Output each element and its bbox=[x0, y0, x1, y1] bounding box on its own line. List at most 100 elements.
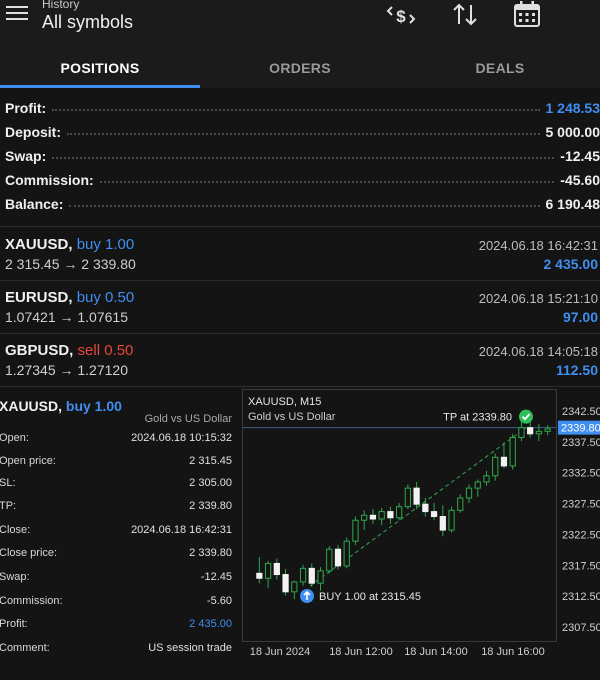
position-row-gbpusd[interactable]: GBPUSD, sell 0.50 1.27345 → 1.27120 2024… bbox=[0, 334, 600, 386]
x-tick-label: 18 Jun 2024 bbox=[250, 646, 311, 658]
position-symbol-text: GBPUSD, bbox=[5, 342, 74, 359]
candle-body bbox=[535, 430, 543, 435]
candle bbox=[465, 484, 473, 503]
sort-icon[interactable] bbox=[450, 0, 480, 30]
position-direction: sell 0.50 bbox=[77, 342, 134, 359]
candle bbox=[317, 567, 324, 591]
tab-deals[interactable]: DEALS bbox=[400, 44, 600, 88]
candle bbox=[448, 506, 455, 533]
candle bbox=[483, 470, 490, 486]
candle-body bbox=[422, 503, 429, 513]
x-axis-ticks: 18 Jun 2024 18 Jun 12:00 18 Jun 14:00 18 Ju… bbox=[250, 646, 545, 658]
candle-body bbox=[509, 437, 516, 467]
divider bbox=[0, 386, 600, 387]
candle-body bbox=[439, 516, 446, 531]
y-tick-label: 2332.50 bbox=[562, 468, 600, 480]
summary-label: Commission: bbox=[5, 172, 94, 188]
candle-body bbox=[457, 497, 464, 511]
candle bbox=[396, 502, 403, 521]
position-symbol-text: EURUSD, bbox=[5, 289, 73, 306]
candle-body bbox=[492, 456, 499, 477]
candle-body bbox=[500, 456, 508, 467]
summary-label: Profit: bbox=[5, 100, 47, 116]
calendar-icon[interactable] bbox=[512, 0, 542, 30]
summary-row-profit: Profit: 1 248.53 bbox=[0, 96, 600, 120]
position-row-xauusd[interactable]: XAUUSD, buy 1.00 2 315.45 → 2 339.80 202… bbox=[0, 228, 600, 280]
trade-path-line bbox=[309, 427, 527, 587]
candle bbox=[378, 507, 385, 526]
currency-exchange-icon[interactable]: $ bbox=[386, 0, 416, 30]
position-direction: buy 1.00 bbox=[76, 236, 135, 253]
candle bbox=[256, 557, 263, 584]
candle bbox=[291, 580, 298, 600]
candle bbox=[527, 421, 534, 438]
candle bbox=[439, 505, 446, 537]
candle bbox=[535, 423, 543, 442]
hamburger-menu-icon[interactable] bbox=[6, 4, 28, 22]
candle-body bbox=[299, 567, 307, 583]
candle bbox=[352, 516, 359, 545]
summary-value: -45.60 bbox=[560, 172, 600, 188]
candle-body bbox=[326, 548, 333, 572]
candle bbox=[273, 558, 280, 580]
candle bbox=[343, 537, 350, 569]
candle-body bbox=[518, 427, 525, 439]
y-tick-label: 2322.50 bbox=[562, 529, 600, 541]
header-subtitle: History bbox=[42, 0, 80, 11]
candle-body bbox=[343, 540, 350, 567]
candle-body bbox=[308, 567, 315, 584]
candle-body bbox=[465, 487, 473, 499]
current-price-label: 2339.80 bbox=[561, 423, 600, 435]
candle-body bbox=[448, 509, 455, 531]
position-symbol: EURUSD, buy 0.50 bbox=[5, 289, 134, 306]
summary-label: Deposit: bbox=[5, 124, 61, 140]
x-tick-label: 18 Jun 12:00 bbox=[329, 646, 393, 658]
candle bbox=[474, 479, 481, 497]
position-time: 2024.06.18 15:21:10 bbox=[478, 291, 598, 306]
check-circle-icon bbox=[519, 409, 533, 424]
account-summary: Profit: 1 248.53 Deposit: 5 000.00 Swap:… bbox=[0, 96, 600, 216]
candle-body bbox=[430, 511, 438, 518]
y-tick-label: 2342.50 bbox=[562, 406, 600, 418]
summary-label: Swap: bbox=[5, 148, 47, 164]
summary-value: 5 000.00 bbox=[545, 124, 600, 140]
position-profit: 112.50 bbox=[555, 362, 598, 378]
candle bbox=[264, 560, 272, 589]
position-profit: 97.00 bbox=[562, 309, 598, 325]
y-tick-label: 2312.50 bbox=[562, 591, 600, 603]
dotted-leader bbox=[99, 181, 555, 183]
position-row-eurusd[interactable]: EURUSD, buy 0.50 1.07421 → 1.07615 2024.… bbox=[0, 281, 600, 333]
candle bbox=[334, 544, 342, 570]
app-header: History All symbols $ bbox=[0, 0, 600, 44]
position-detail-panel: XAUUSD, buy 1.00 Gold vs US Dollar Open:… bbox=[0, 388, 600, 680]
position-symbol-text: XAUUSD, bbox=[5, 236, 73, 253]
summary-row-deposit: Deposit: 5 000.00 bbox=[0, 120, 600, 144]
summary-label: Balance: bbox=[5, 196, 64, 212]
candle-body bbox=[317, 570, 324, 584]
candle-body bbox=[378, 511, 385, 520]
position-profit: 2 435.00 bbox=[543, 256, 599, 272]
candle bbox=[544, 425, 551, 436]
candle-body bbox=[369, 514, 377, 520]
summary-value: 1 248.53 bbox=[545, 100, 600, 116]
buy-arrow-icon bbox=[300, 589, 314, 603]
candle-body bbox=[413, 487, 420, 505]
tab-orders[interactable]: ORDERS bbox=[200, 44, 400, 88]
position-direction: buy 0.50 bbox=[76, 289, 135, 306]
summary-value: -12.45 bbox=[560, 148, 600, 164]
candle-body bbox=[544, 428, 551, 432]
candle-body bbox=[264, 562, 272, 579]
y-tick-label: 2317.50 bbox=[562, 560, 600, 572]
summary-value: 6 190.48 bbox=[545, 196, 600, 212]
tab-positions[interactable]: POSITIONS bbox=[0, 44, 200, 88]
candle-body bbox=[483, 475, 490, 483]
y-tick-label: 2327.50 bbox=[562, 499, 600, 511]
candle bbox=[404, 484, 411, 510]
position-symbol: XAUUSD, buy 1.00 bbox=[5, 236, 134, 253]
candle-body bbox=[396, 506, 403, 519]
candle-body bbox=[334, 548, 342, 567]
position-prices: 1.27345 → 1.27120 bbox=[5, 362, 128, 378]
candle bbox=[308, 563, 315, 587]
tab-bar: POSITIONS ORDERS DEALS bbox=[0, 44, 600, 88]
y-axis-ticks: 2342.50 2337.50 2332.50 2327.50 2322.50 2317.… bbox=[562, 406, 600, 634]
